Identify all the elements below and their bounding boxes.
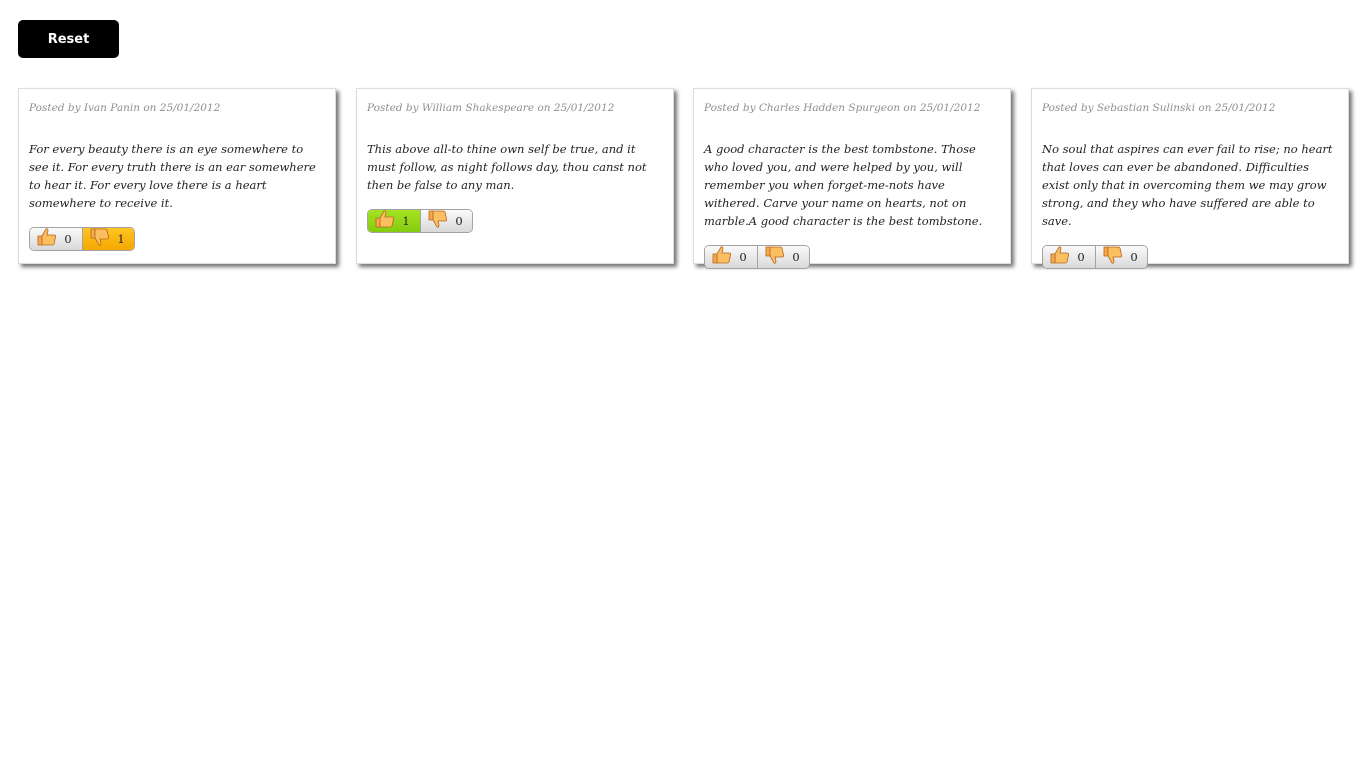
vote-bar: 0 0 (704, 245, 810, 269)
dislike-count: 0 (455, 214, 463, 228)
post-meta: Posted by William Shakespeare on 25/01/2… (367, 102, 615, 114)
vote-bar: 0 0 (1042, 245, 1148, 269)
like-button[interactable]: 0 (1043, 246, 1095, 268)
post-quote: For every beauty there is an eye somewhe… (29, 142, 316, 210)
thumbs-up-icon (36, 228, 58, 250)
thumbs-down-icon (427, 210, 449, 232)
like-button[interactable]: 1 (368, 210, 420, 232)
thumbs-down-icon (764, 246, 786, 268)
dislike-count: 0 (792, 250, 800, 264)
post-meta: Posted by Ivan Panin on 25/01/2012 (29, 102, 221, 114)
post-quote: A good character is the best tombstone. … (704, 142, 983, 228)
post-quote: This above all-to thine own self be true… (367, 142, 647, 192)
dislike-button[interactable]: 0 (1095, 246, 1147, 268)
thumbs-up-icon (374, 210, 396, 232)
dislike-count: 0 (1130, 250, 1138, 264)
dislike-button[interactable]: 0 (757, 246, 809, 268)
post-card: Posted by William Shakespeare on 25/01/2… (356, 88, 674, 264)
dislike-button[interactable]: 0 (420, 210, 472, 232)
thumbs-down-icon (89, 228, 111, 250)
thumbs-up-icon (711, 246, 733, 268)
like-count: 0 (64, 232, 72, 246)
vote-bar: 0 1 (29, 227, 135, 251)
like-button[interactable]: 0 (30, 228, 82, 250)
post-card: Posted by Charles Hadden Spurgeon on 25/… (693, 88, 1011, 269)
thumbs-down-icon (1102, 246, 1124, 268)
post-card: Posted by Ivan Panin on 25/01/2012 For e… (18, 88, 336, 264)
like-count: 1 (402, 214, 410, 228)
like-button[interactable]: 0 (705, 246, 757, 268)
post-meta: Posted by Charles Hadden Spurgeon on 25/… (704, 102, 981, 114)
like-count: 0 (739, 250, 747, 264)
vote-bar: 1 0 (367, 209, 473, 233)
dislike-button[interactable]: 1 (82, 228, 134, 250)
thumbs-up-icon (1049, 246, 1071, 268)
post-meta: Posted by Sebastian Sulinski on 25/01/20… (1042, 102, 1276, 114)
post-quote: No soul that aspires can ever fail to ri… (1042, 142, 1333, 228)
like-count: 0 (1077, 250, 1085, 264)
post-card: Posted by Sebastian Sulinski on 25/01/20… (1031, 88, 1349, 269)
dislike-count: 1 (117, 232, 125, 246)
reset-button[interactable]: Reset (18, 20, 119, 58)
